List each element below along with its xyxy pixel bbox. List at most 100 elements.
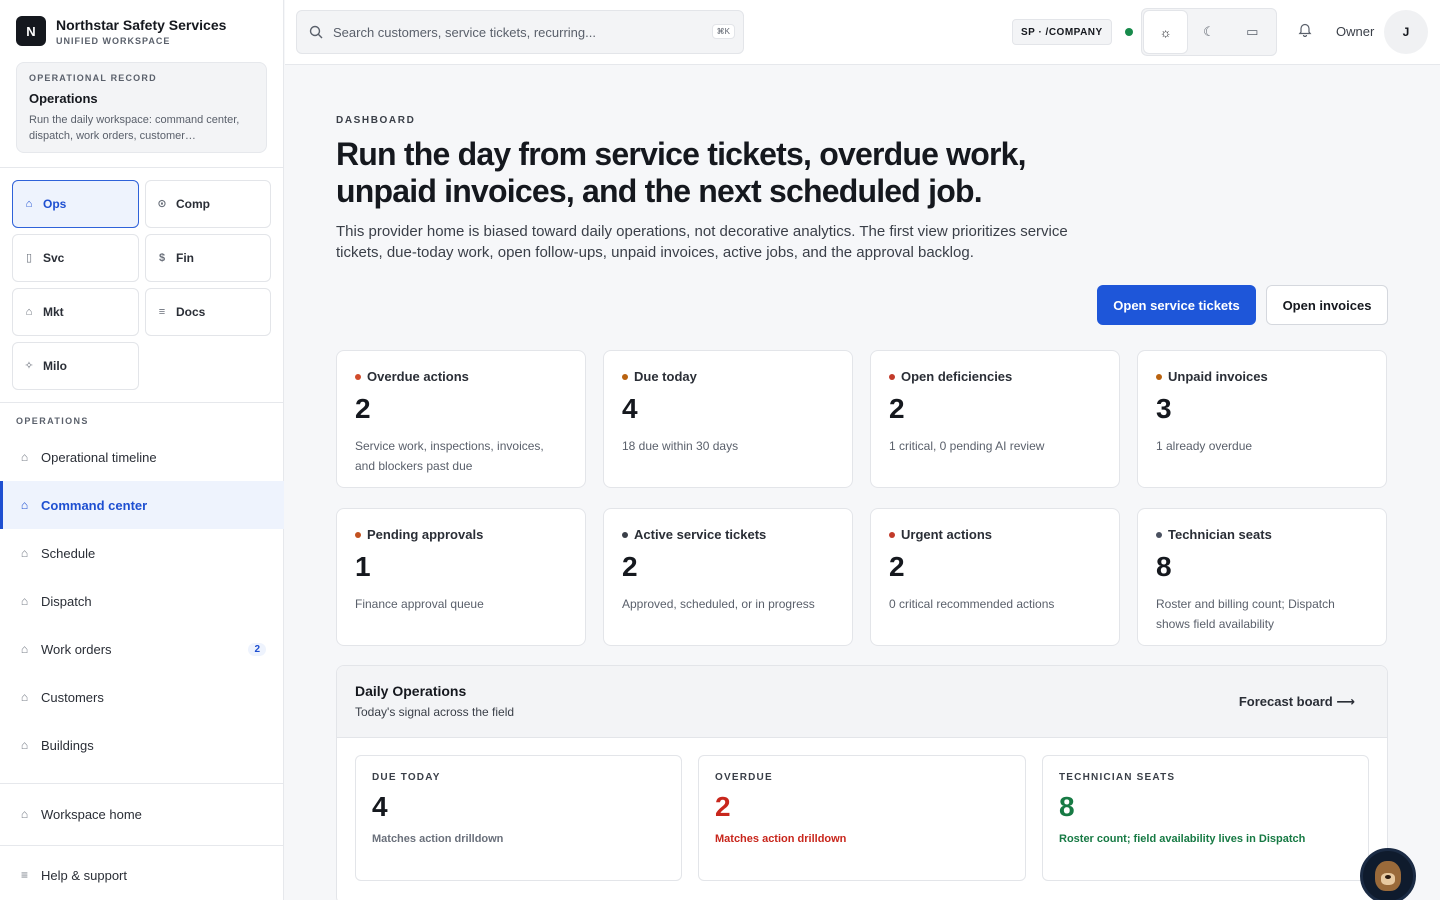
moon-icon: ☾ bbox=[1203, 24, 1215, 39]
kpi-pending-approvals[interactable]: Pending approvals 1 Finance approval que… bbox=[336, 508, 586, 646]
nav-label: Schedule bbox=[41, 545, 96, 561]
dog-avatar-icon bbox=[1375, 861, 1401, 891]
module-label: Milo bbox=[43, 359, 67, 373]
status-dot bbox=[889, 373, 895, 380]
kpi-label: Pending approvals bbox=[367, 527, 484, 542]
brand-name: Northstar Safety Services bbox=[56, 16, 227, 33]
home-icon: ⌂ bbox=[20, 498, 29, 512]
avatar[interactable]: J bbox=[1384, 10, 1428, 54]
help-nav: ≡ Help & support bbox=[0, 851, 284, 899]
divider bbox=[0, 845, 284, 846]
open-service-tickets-button[interactable]: Open service tickets bbox=[1097, 285, 1256, 325]
nav-item-command-center[interactable]: ⌂ Command center bbox=[0, 481, 284, 529]
nav-item-buildings[interactable]: ⌂ Buildings bbox=[0, 721, 284, 769]
daily-card-value: 2 bbox=[715, 791, 731, 822]
kpi-label: Unpaid invoices bbox=[1168, 369, 1268, 384]
footer-nav: ⌂ Workspace home bbox=[0, 790, 284, 838]
nav-label: Buildings bbox=[41, 737, 94, 753]
record-description: Run the daily workspace: command center,… bbox=[29, 114, 240, 142]
nav-label: Operational timeline bbox=[41, 449, 157, 465]
module-mkt[interactable]: ⌂ Mkt bbox=[12, 288, 139, 336]
kpi-label: Due today bbox=[634, 369, 697, 384]
nav-item-customers[interactable]: ⌂ Customers bbox=[0, 673, 284, 721]
daily-card-overdue[interactable]: OVERDUE 2 Matches action drilldown bbox=[698, 755, 1026, 881]
sparkle-icon: ✧ bbox=[24, 360, 34, 372]
system-theme-button[interactable]: ▭ bbox=[1231, 11, 1274, 53]
kpi-subtext: Approved, scheduled, or in progress bbox=[622, 597, 815, 611]
record-label: OPERATIONAL RECORD bbox=[29, 73, 157, 83]
kpi-subtext: 18 due within 30 days bbox=[622, 439, 739, 453]
search-icon bbox=[309, 25, 323, 39]
nav-label: Dispatch bbox=[41, 593, 92, 609]
nav-label: Help & support bbox=[41, 867, 127, 883]
home-icon: ⌂ bbox=[20, 450, 29, 464]
daily-card-label: OVERDUE bbox=[715, 772, 773, 783]
module-label: Mkt bbox=[43, 305, 64, 319]
home-icon: ⌂ bbox=[20, 690, 29, 704]
work-orders-count-badge: 2 bbox=[248, 642, 266, 656]
theme-switcher: ☼ ☾ ▭ bbox=[1141, 8, 1277, 56]
kpi-overdue-actions[interactable]: Overdue actions 2 Service work, inspecti… bbox=[336, 350, 586, 488]
nav-item-workspace-home[interactable]: ⌂ Workspace home bbox=[0, 790, 284, 838]
check-circle-icon: ⊙ bbox=[157, 198, 167, 210]
module-milo[interactable]: ✧ Milo bbox=[12, 342, 139, 390]
brand[interactable]: N Northstar Safety Services UNIFIED WORK… bbox=[16, 16, 226, 46]
module-fin[interactable]: $ Fin bbox=[145, 234, 271, 282]
daily-cards: DUE TODAY 4 Matches action drilldown OVE… bbox=[355, 755, 1369, 881]
nav-item-operational-timeline[interactable]: ⌂ Operational timeline bbox=[0, 433, 284, 481]
daily-card-due-today[interactable]: DUE TODAY 4 Matches action drilldown bbox=[355, 755, 682, 881]
notifications-bell-icon[interactable] bbox=[1298, 22, 1312, 40]
record-title: Operations bbox=[29, 91, 98, 106]
brand-subtitle: UNIFIED WORKSPACE bbox=[56, 35, 171, 46]
kpi-subtext: Service work, inspections, invoices, and… bbox=[355, 439, 544, 473]
divider bbox=[0, 167, 284, 168]
home-icon: ⌂ bbox=[25, 198, 33, 210]
kpi-due-today[interactable]: Due today 4 18 due within 30 days bbox=[603, 350, 853, 488]
daily-operations-header: Daily Operations Today's signal across t… bbox=[337, 666, 1387, 738]
daily-card-value: 8 bbox=[1059, 791, 1075, 822]
clipboard-icon: ▯ bbox=[25, 252, 33, 264]
nav-label: Customers bbox=[41, 689, 104, 705]
search-bar[interactable]: ⌘K bbox=[296, 10, 744, 54]
module-label: Docs bbox=[176, 305, 206, 319]
forecast-board-link[interactable]: Forecast board ⟶ bbox=[1239, 694, 1355, 710]
module-docs[interactable]: ≡ Docs bbox=[145, 288, 271, 336]
status-online-dot bbox=[1125, 28, 1133, 36]
light-theme-button[interactable]: ☼ bbox=[1144, 11, 1188, 53]
kpi-value: 4 bbox=[622, 393, 638, 424]
kpi-grid: Overdue actions 2 Service work, inspecti… bbox=[336, 350, 1388, 646]
kpi-urgent-actions[interactable]: Urgent actions 2 0 critical recommended … bbox=[870, 508, 1120, 646]
daily-card-technician-seats[interactable]: TECHNICIAN SEATS 8 Roster count; field a… bbox=[1042, 755, 1369, 881]
sidebar: N Northstar Safety Services UNIFIED WORK… bbox=[0, 0, 284, 900]
kpi-open-deficiencies[interactable]: Open deficiencies 2 1 critical, 0 pendin… bbox=[870, 350, 1120, 488]
kpi-subtext: Finance approval queue bbox=[355, 597, 484, 611]
nav-item-work-orders[interactable]: ⌂ Work orders 2 bbox=[0, 625, 284, 673]
kpi-active-service-tickets[interactable]: Active service tickets 2 Approved, sched… bbox=[603, 508, 853, 646]
kpi-subtext: 1 critical, 0 pending AI review bbox=[889, 439, 1045, 453]
user-role[interactable]: Owner bbox=[1336, 24, 1374, 39]
search-input[interactable] bbox=[333, 24, 693, 40]
nav-item-dispatch[interactable]: ⌂ Dispatch bbox=[0, 577, 284, 625]
operational-record[interactable]: OPERATIONAL RECORD Operations Run the da… bbox=[16, 62, 267, 153]
dark-theme-button[interactable]: ☾ bbox=[1187, 11, 1230, 53]
panel-subtitle: Today's signal across the field bbox=[355, 705, 515, 719]
nav-item-schedule[interactable]: ⌂ Schedule bbox=[0, 529, 284, 577]
kpi-value: 8 bbox=[1156, 551, 1172, 582]
nav-item-help-support[interactable]: ≡ Help & support bbox=[0, 851, 284, 899]
kpi-label: Overdue actions bbox=[367, 369, 469, 384]
daily-card-subtext: Roster count; field availability lives i… bbox=[1059, 833, 1306, 845]
operations-nav: ⌂ Operational timeline ⌂ Command center … bbox=[0, 433, 284, 769]
module-label: Ops bbox=[43, 197, 67, 211]
kpi-unpaid-invoices[interactable]: Unpaid invoices 3 1 already overdue bbox=[1137, 350, 1387, 488]
module-ops[interactable]: ⌂ Ops bbox=[12, 180, 139, 228]
kpi-value: 1 bbox=[355, 551, 371, 582]
kpi-value: 2 bbox=[889, 551, 905, 582]
kpi-technician-seats[interactable]: Technician seats 8 Roster and billing co… bbox=[1137, 508, 1387, 646]
kpi-label: Urgent actions bbox=[901, 527, 993, 542]
open-invoices-button[interactable]: Open invoices bbox=[1266, 285, 1388, 325]
panel-title: Daily Operations bbox=[355, 683, 467, 699]
tenant-badge[interactable]: SP · /COMPANY bbox=[1012, 19, 1112, 45]
module-svc[interactable]: ▯ Svc bbox=[12, 234, 139, 282]
assistant-avatar-button[interactable] bbox=[1360, 848, 1416, 900]
module-comp[interactable]: ⊙ Comp bbox=[145, 180, 271, 228]
